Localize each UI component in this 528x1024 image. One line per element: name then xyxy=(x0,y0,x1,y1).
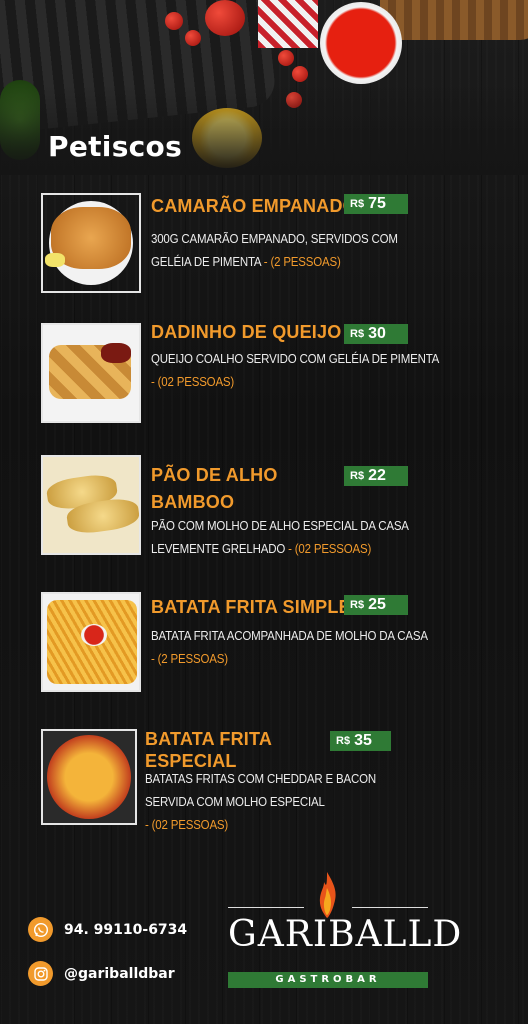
phone-contact[interactable]: 94. 99110-6734 xyxy=(28,917,187,942)
item-description: QUEIJO COALHO SERVIDO COM GELÉIA DE PIME… xyxy=(151,352,440,389)
price-tag: R$ 22 xyxy=(344,466,408,486)
section-title: Petiscos xyxy=(48,130,183,163)
logo-line-right xyxy=(352,907,428,908)
cheese-cubes-photo xyxy=(41,323,141,423)
sauce-bowl-image xyxy=(320,2,402,84)
phone-number: 94. 99110-6734 xyxy=(64,921,188,938)
price-tag: R$ 75 xyxy=(344,194,408,214)
item-description: BATATA FRITA ACOMPANHADA DE MOLHO DA CAS… xyxy=(151,629,428,666)
price-tag: R$ 30 xyxy=(344,324,408,344)
item-name: CAMARÃO EMPANADO xyxy=(151,196,357,216)
whatsapp-icon xyxy=(28,917,53,942)
brand-tagline: GASTROBAR xyxy=(228,972,428,988)
loaded-fries-photo xyxy=(41,729,137,825)
instagram-handle: @gariballdbar xyxy=(64,965,175,982)
brand-name: GARIBALLD xyxy=(228,914,463,955)
tomato-image xyxy=(205,0,245,36)
fried-shrimp-photo xyxy=(41,193,141,293)
item-description: PÃO COM MOLHO DE ALHO ESPECIAL DA CASA L… xyxy=(151,519,409,556)
flame-icon xyxy=(319,872,336,918)
item-name: BATATA FRITA ESPECIAL xyxy=(145,729,273,771)
tomato-image xyxy=(185,30,201,46)
item-name: DADINHO DE QUEIJO xyxy=(151,322,342,342)
item-description: BATATAS FRITAS COM CHEDDAR E BACON SERVI… xyxy=(145,772,377,832)
price-tag: R$ 25 xyxy=(344,595,408,615)
item-name: PÃO DE ALHO BAMBOO xyxy=(151,465,278,512)
logo-line-left xyxy=(228,907,304,908)
instagram-contact[interactable]: @gariballdbar xyxy=(28,961,175,986)
garlic-bread-photo xyxy=(41,455,141,555)
item-name: BATATA FRITA SIMPLES xyxy=(151,597,363,617)
instagram-icon xyxy=(28,961,53,986)
wooden-board-image xyxy=(380,0,528,40)
tomato-image xyxy=(278,50,294,66)
item-description: 300G CAMARÃO EMPANADO, SERVIDOS COM GELÉ… xyxy=(151,232,398,269)
checkered-napkin-image xyxy=(258,0,318,48)
french-fries-photo xyxy=(41,592,141,692)
price-tag: R$ 35 xyxy=(330,731,391,751)
tomato-image xyxy=(165,12,183,30)
brand-logo: GARIBALLD GASTROBAR xyxy=(228,870,463,990)
tomato-image xyxy=(292,66,308,82)
